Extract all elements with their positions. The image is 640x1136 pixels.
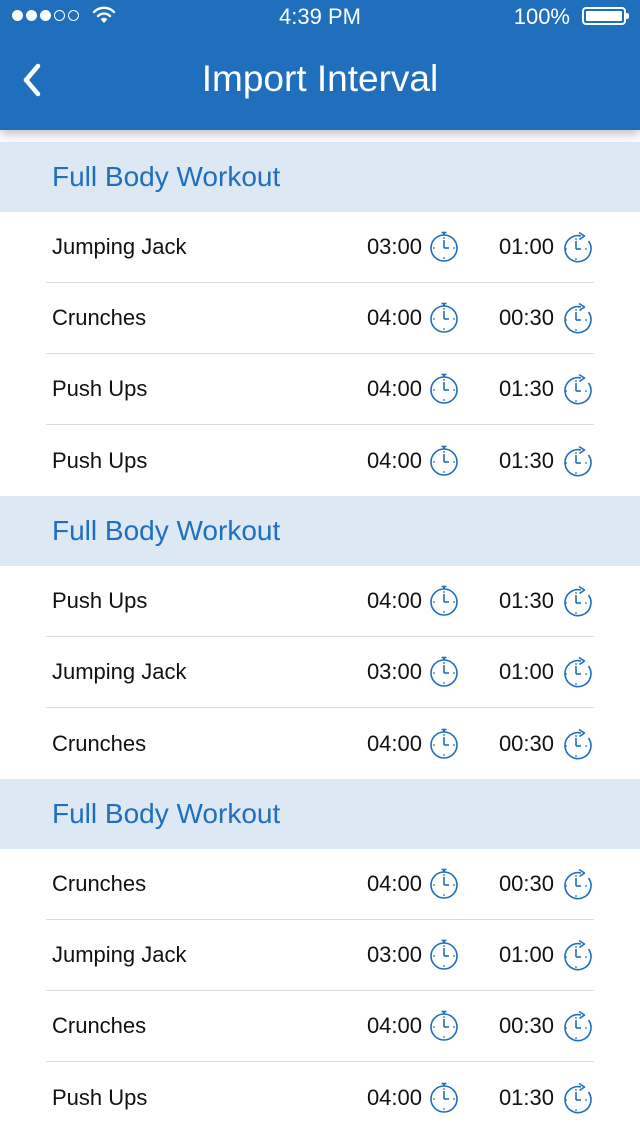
battery-icon <box>582 7 629 25</box>
exercise-name: Jumping Jack <box>52 234 187 259</box>
interval-row[interactable]: Crunches 04:00 00:30 <box>46 708 594 779</box>
stopwatch-icon <box>428 867 462 901</box>
section-header[interactable]: Full Body Workout <box>0 779 640 849</box>
work-duration: 04:00 <box>366 730 422 756</box>
exercise-name: Jumping Jack <box>52 942 187 967</box>
status-bar: 4:39 PM 100% <box>0 0 640 34</box>
rest-duration: 01:00 <box>498 942 554 967</box>
rest-duration: 01:30 <box>498 376 554 401</box>
stopwatch-icon <box>428 584 462 618</box>
work-duration: 03:00 <box>366 942 422 967</box>
exercise-name: Push Ups <box>52 447 148 473</box>
work-duration: 04:00 <box>366 588 422 613</box>
section-group: Full Body Workout Push Ups 04:00 01:30 Jumpi… <box>0 496 640 779</box>
rest-duration: 00:30 <box>498 730 554 756</box>
exercise-name: Crunches <box>52 1013 147 1038</box>
exercise-name: Crunches <box>52 871 147 896</box>
interval-row[interactable]: Jumping Jack 03:00 01:00 <box>46 212 594 283</box>
rest-duration: 01:00 <box>498 234 554 259</box>
interval-list: Full Body Workout Jumping Jack 03:00 01:00 C… <box>0 142 640 1133</box>
rest-timer-icon <box>560 1009 594 1043</box>
section-group: Full Body Workout Jumping Jack 03:00 01:00 C… <box>0 142 640 496</box>
exercise-name: Push Ups <box>52 376 148 401</box>
interval-row[interactable]: Push Ups 04:00 01:30 <box>46 425 594 496</box>
section-header[interactable]: Full Body Workout <box>0 496 640 566</box>
section-items: Jumping Jack 03:00 01:00 Crunches 04:00 00:30… <box>0 212 640 496</box>
nav-bar: 4:39 PM 100% Import Interval <box>0 0 640 130</box>
rest-timer-icon <box>560 938 594 972</box>
exercise-name: Push Ups <box>52 588 148 613</box>
section-items: Push Ups 04:00 01:30 Jumping Jack 03:00 01:00… <box>0 566 640 779</box>
work-duration: 04:00 <box>366 376 422 401</box>
rest-duration: 00:30 <box>498 1013 554 1038</box>
rest-timer-icon <box>560 301 594 335</box>
work-duration: 04:00 <box>366 305 422 330</box>
rest-duration: 01:30 <box>498 447 554 473</box>
stopwatch-icon <box>428 655 462 689</box>
rest-timer-icon <box>560 655 594 689</box>
stopwatch-icon <box>428 301 462 335</box>
page-title: Import Interval <box>201 58 439 99</box>
interval-row[interactable]: Jumping Jack 03:00 01:00 <box>46 920 594 991</box>
rest-duration: 00:30 <box>498 871 554 896</box>
stopwatch-icon <box>428 938 462 972</box>
rest-timer-icon <box>560 727 594 761</box>
work-duration: 04:00 <box>366 1084 422 1110</box>
rest-timer-icon <box>560 444 594 478</box>
section-items: Crunches 04:00 00:30 Jumping Jack 03:00 01:00… <box>0 849 640 1133</box>
rest-timer-icon <box>560 372 594 406</box>
battery-percent: 100% <box>513 4 570 29</box>
exercise-name: Jumping Jack <box>52 659 187 684</box>
interval-row[interactable]: Crunches 04:00 00:30 <box>46 283 594 354</box>
work-duration: 04:00 <box>366 1013 422 1038</box>
interval-row[interactable]: Crunches 04:00 00:30 <box>46 849 594 920</box>
exercise-name: Crunches <box>52 305 147 330</box>
stopwatch-icon <box>428 1009 462 1043</box>
work-duration: 04:00 <box>366 447 422 473</box>
stopwatch-icon <box>428 372 462 406</box>
exercise-name: Crunches <box>52 730 147 756</box>
stopwatch-icon <box>428 230 462 264</box>
work-duration: 03:00 <box>366 234 422 259</box>
section-header[interactable]: Full Body Workout <box>0 142 640 212</box>
interval-row[interactable]: Push Ups 04:00 01:30 <box>46 1062 594 1133</box>
interval-row[interactable]: Jumping Jack 03:00 01:00 <box>46 637 594 708</box>
interval-row[interactable]: Push Ups 04:00 01:30 <box>46 354 594 425</box>
rest-timer-icon <box>560 1081 594 1115</box>
rest-timer-icon <box>560 867 594 901</box>
rest-timer-icon <box>560 584 594 618</box>
rest-duration: 01:30 <box>498 1084 554 1110</box>
work-duration: 03:00 <box>366 659 422 684</box>
stopwatch-icon <box>428 727 462 761</box>
stopwatch-icon <box>428 444 462 478</box>
exercise-name: Push Ups <box>52 1084 148 1110</box>
work-duration: 04:00 <box>366 871 422 896</box>
rest-duration: 00:30 <box>498 305 554 330</box>
rest-duration: 01:30 <box>498 588 554 613</box>
rest-timer-icon <box>560 230 594 264</box>
rest-duration: 01:00 <box>498 659 554 684</box>
interval-row[interactable]: Crunches 04:00 00:30 <box>46 991 594 1062</box>
interval-row[interactable]: Push Ups 04:00 01:30 <box>46 566 594 637</box>
stopwatch-icon <box>428 1081 462 1115</box>
section-group: Full Body Workout Crunches 04:00 00:30 Jumpi… <box>0 779 640 1133</box>
